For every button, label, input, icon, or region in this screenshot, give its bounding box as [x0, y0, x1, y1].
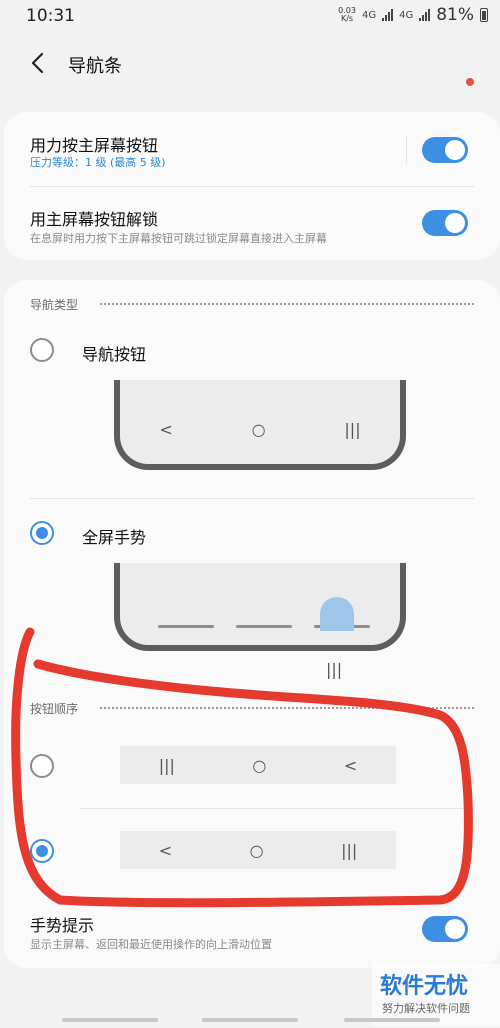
unlock-subtitle: 在息屏时用力按下主屏幕按钮可跳过锁定屏幕直接进入主屏幕 [30, 232, 327, 245]
vertical-divider [406, 136, 407, 164]
row-divider [30, 498, 474, 499]
home-icon: ○ [249, 840, 264, 860]
status-time: 10:31 [26, 6, 75, 26]
back-icon: < [343, 755, 358, 775]
watermark-sub: 努力解决软件问题 [382, 1002, 470, 1015]
battery-icon [480, 8, 488, 22]
section-dots [100, 707, 474, 709]
preview-nav-bar: < ○ ||| [120, 420, 400, 439]
row-divider [80, 808, 474, 809]
signal-icon [382, 9, 394, 21]
bottom-gesture-pill-left [62, 1018, 158, 1022]
recents-icon: ||| [344, 420, 361, 439]
recents-icon: ||| [158, 755, 175, 775]
watermark: 软件无忧 努力解决软件问题 [372, 964, 500, 1026]
battery-percent: 81% [436, 5, 474, 25]
toggle-knob [445, 919, 465, 939]
section-dots [100, 303, 474, 305]
toggle-knob [445, 213, 465, 233]
gesture-hint-subtitle: 显示主屏幕、返回和最近使用操作的向上滑动位置 [30, 938, 272, 951]
gesture-hint-toggle[interactable] [422, 916, 468, 942]
pressure-toggle[interactable] [422, 137, 468, 163]
radio-nav-buttons[interactable] [30, 338, 54, 362]
header: 导航条 [0, 40, 500, 88]
watermark-main: 软件无忧 [380, 974, 469, 999]
home-button-settings-card: 用力按主屏幕按钮 压力等级：1 级 (最高 5 级) 用主屏幕按钮解锁 在息屏时… [4, 112, 500, 260]
home-icon: ○ [251, 420, 266, 439]
notification-dot [466, 78, 474, 86]
gesture-touch-indicator [320, 597, 354, 631]
section-nav-type: 导航类型 [30, 298, 79, 312]
option-nav-buttons-label[interactable]: 导航按钮 [82, 341, 146, 365]
option-gestures-label[interactable]: 全屏手势 [82, 524, 146, 548]
bottom-gesture-pill-right [344, 1018, 440, 1022]
order-option-2[interactable]: < ○ ||| [120, 831, 396, 869]
signal-icon-2 [419, 9, 431, 21]
recents-icon: ||| [341, 840, 358, 860]
back-icon: < [158, 840, 173, 860]
nav-buttons-preview: < ○ ||| [114, 380, 406, 470]
unlock-toggle[interactable] [422, 210, 468, 236]
net-type-4g-icon: 4G [361, 9, 377, 21]
gestures-preview [114, 563, 406, 651]
row-divider [30, 186, 474, 187]
bottom-gesture-pill-center [202, 1018, 298, 1022]
network-speed: 0.03 K/s [338, 6, 356, 23]
net-type-4g-icon-2: 4G [399, 9, 414, 21]
navigation-card: 导航类型 导航按钮 < ○ ||| 全屏手势 ||| 按钮顺序 ||| ○ < … [4, 280, 500, 968]
section-button-order: 按钮顺序 [30, 702, 79, 716]
status-icons: 0.03 K/s 4G 4G 81% [338, 5, 488, 25]
recents-hint-icon: ||| [326, 660, 343, 679]
back-arrow-icon [31, 52, 44, 74]
order-option-1[interactable]: ||| ○ < [120, 746, 396, 784]
home-icon: ○ [252, 755, 267, 775]
status-bar: 10:31 0.03 K/s 4G 4G 81% [0, 0, 500, 32]
radio-order-back-first[interactable] [30, 839, 54, 863]
toggle-knob [445, 140, 465, 160]
gesture-hint-title: 手势提示 [30, 916, 95, 935]
unlock-title: 用主屏幕按钮解锁 [30, 210, 159, 229]
pressure-subtitle: 压力等级：1 级 (最高 5 级) [30, 156, 166, 169]
back-icon: < [159, 420, 173, 439]
back-button[interactable] [24, 48, 54, 78]
gesture-line-center [236, 625, 292, 628]
page-title: 导航条 [68, 56, 122, 77]
radio-full-screen-gestures[interactable] [30, 521, 54, 545]
radio-order-recents-first[interactable] [30, 754, 54, 778]
gesture-line-left [158, 625, 214, 628]
pressure-title: 用力按主屏幕按钮 [30, 136, 159, 155]
